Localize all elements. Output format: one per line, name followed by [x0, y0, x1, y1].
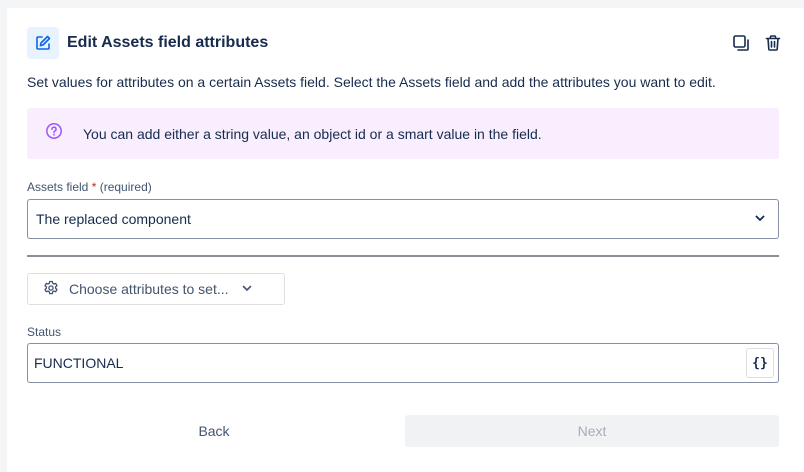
status-field-label: Status [27, 325, 62, 339]
section-divider [27, 255, 779, 257]
edit-assets-panel: Edit Assets field attributes Set values … [7, 8, 804, 472]
back-button[interactable]: Back [27, 415, 401, 447]
choose-attributes-button[interactable]: Choose attributes to set... [27, 273, 285, 305]
chevron-down-icon [754, 211, 766, 227]
next-button: Next [405, 415, 779, 447]
info-banner-text: You can add either a string value, an ob… [83, 125, 542, 142]
copy-icon[interactable] [730, 32, 752, 54]
panel-header: Edit Assets field attributes [27, 27, 784, 59]
required-star: * [91, 180, 97, 194]
assets-field-value: The replaced component [36, 211, 191, 227]
assets-field-select[interactable]: The replaced component [27, 199, 779, 239]
delete-icon[interactable] [762, 32, 784, 54]
edit-icon [27, 27, 59, 59]
smart-value-button[interactable]: {} [746, 348, 774, 378]
chevron-down-icon [241, 281, 253, 297]
panel-title: Edit Assets field attributes [67, 34, 269, 51]
assets-field-label: Assets field * (required) [27, 180, 152, 194]
status-field[interactable]: {} [27, 343, 779, 383]
panel-description: Set values for attributes on a certain A… [27, 74, 716, 90]
assets-field-label-text: Assets field [27, 180, 89, 194]
header-actions [730, 32, 784, 54]
status-input[interactable] [34, 355, 746, 371]
info-banner: You can add either a string value, an ob… [27, 108, 779, 159]
required-text: (required) [99, 180, 152, 194]
gear-icon [43, 280, 59, 299]
help-circle-icon [45, 122, 63, 145]
choose-attributes-label: Choose attributes to set... [69, 281, 229, 297]
